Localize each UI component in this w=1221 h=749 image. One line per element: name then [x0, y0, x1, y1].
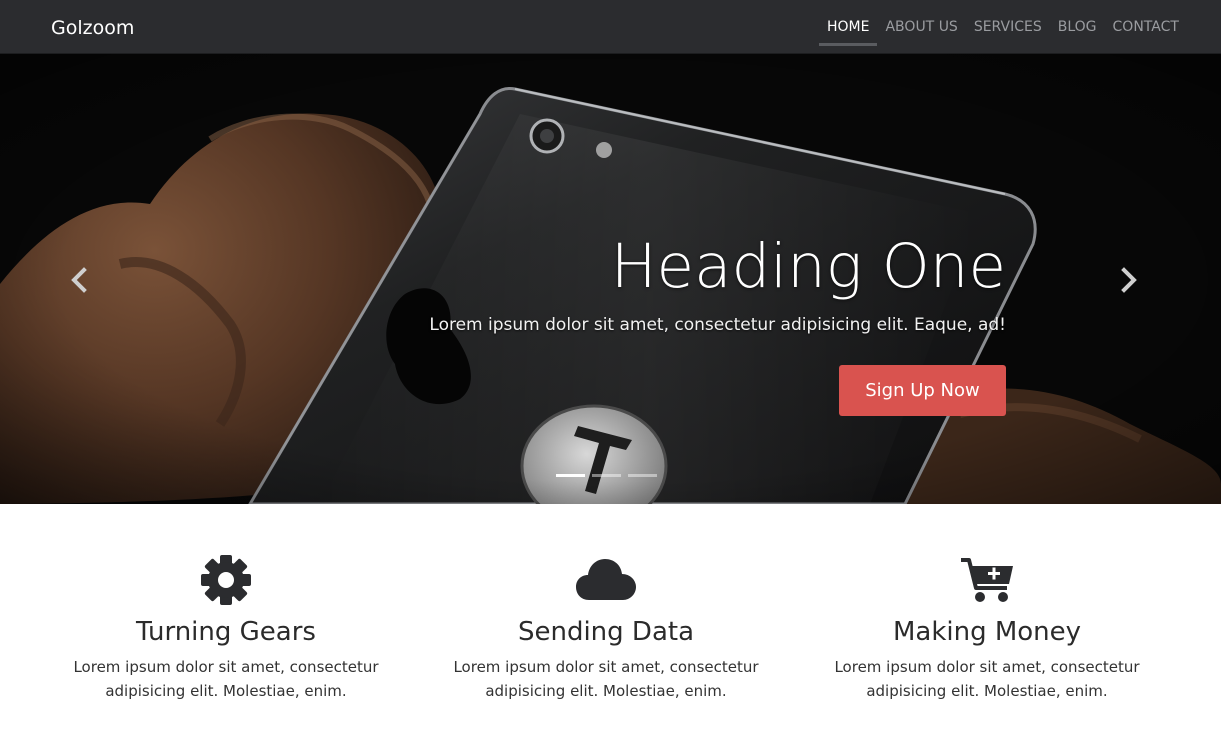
- nav-item-home[interactable]: HOME: [819, 0, 878, 46]
- cloud-icon: [576, 559, 636, 600]
- carousel-caption: Heading One Lorem ipsum dolor sit amet, …: [306, 236, 1006, 335]
- feature-title: Making Money: [892, 617, 1082, 647]
- feature-sending-data: Sending Data Lorem ipsum dolor sit amet,…: [446, 554, 766, 703]
- feature-turning-gears: Turning Gears Lorem ipsum dolor sit amet…: [66, 554, 386, 703]
- feature-title: Turning Gears: [136, 617, 316, 647]
- hero-carousel: Heading One Lorem ipsum dolor sit amet, …: [0, 54, 1221, 504]
- chevron-left-icon[interactable]: [68, 266, 92, 294]
- main-nav: HOME ABOUT US SERVICES BLOG CONTACT: [819, 0, 1187, 54]
- feature-title: Sending Data: [517, 617, 695, 647]
- hero-subtitle: Lorem ipsum dolor sit amet, consectetur …: [429, 315, 1006, 335]
- features-section: Turning Gears Lorem ipsum dolor sit amet…: [0, 504, 1221, 749]
- carousel-indicator[interactable]: [592, 474, 621, 477]
- nav-item-services[interactable]: SERVICES: [966, 0, 1050, 46]
- nav-item-blog[interactable]: BLOG: [1050, 0, 1105, 46]
- feature-text: Lorem ipsum dolor sit amet, consectetur …: [834, 657, 1140, 700]
- navbar: Golzoom HOME ABOUT US SERVICES BLOG CONT…: [0, 0, 1221, 54]
- nav-item-about-us[interactable]: ABOUT US: [877, 0, 965, 46]
- carousel-indicator[interactable]: [628, 474, 657, 477]
- feature-text: Lorem ipsum dolor sit amet, consectetur …: [453, 657, 759, 700]
- feature-text: Lorem ipsum dolor sit amet, consectetur …: [73, 657, 379, 700]
- cart-plus-icon: [961, 558, 1013, 602]
- brand-logo[interactable]: Golzoom: [51, 0, 134, 54]
- gear-icon: [201, 555, 251, 605]
- chevron-right-icon[interactable]: [1116, 266, 1140, 294]
- feature-making-money: Making Money Lorem ipsum dolor sit amet,…: [827, 554, 1147, 703]
- nav-item-contact[interactable]: CONTACT: [1105, 0, 1187, 46]
- carousel-indicator[interactable]: [556, 474, 585, 477]
- hero-heading: Heading One: [610, 231, 1006, 302]
- carousel-indicators: [556, 474, 657, 477]
- sign-up-button[interactable]: Sign Up Now: [839, 365, 1006, 416]
